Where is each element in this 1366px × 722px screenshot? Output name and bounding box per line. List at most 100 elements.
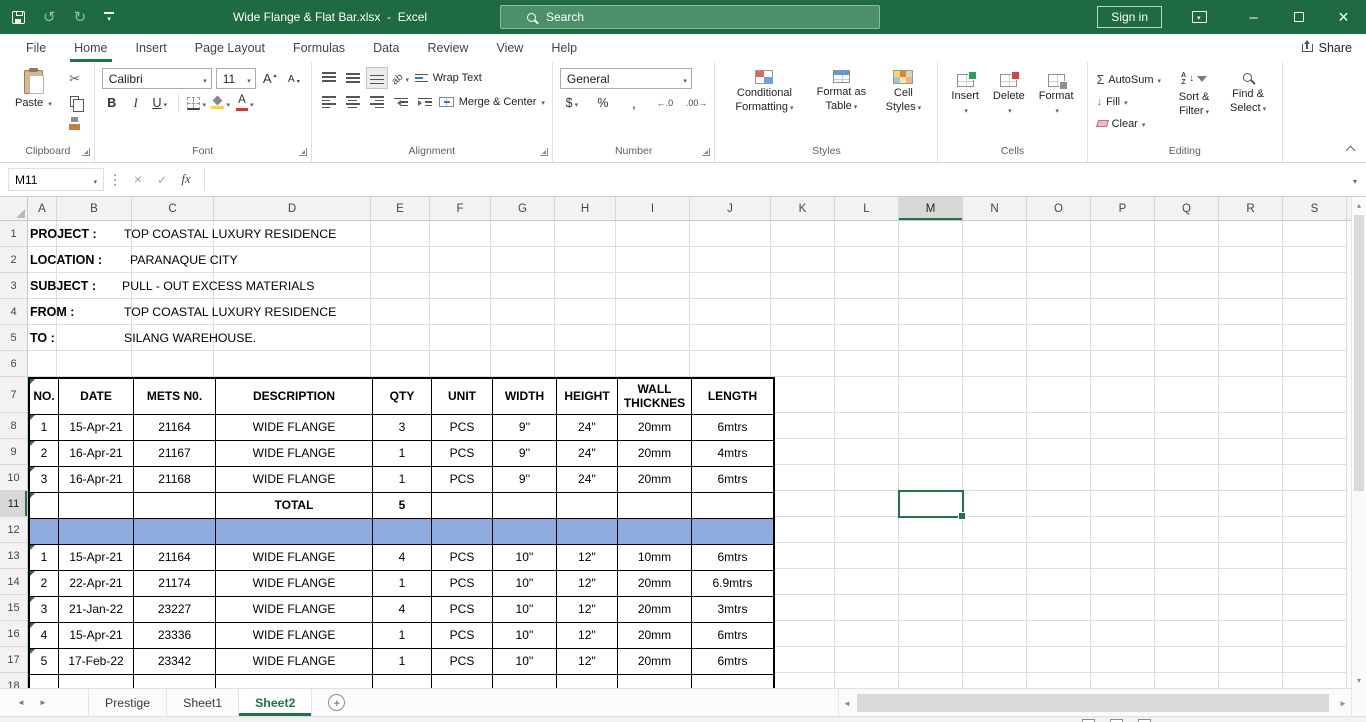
table-cell[interactable]: WIDE FLANGE bbox=[216, 649, 373, 675]
table-cell[interactable]: PCS bbox=[432, 597, 493, 623]
align-center-button[interactable] bbox=[343, 92, 363, 112]
fill-button[interactable]: Fill bbox=[1095, 91, 1164, 112]
table-cell[interactable]: 16-Apr-21 bbox=[59, 467, 134, 493]
table-cell[interactable]: 1 bbox=[373, 623, 432, 649]
row-header-4[interactable]: 4 bbox=[0, 299, 27, 325]
dialog-launcher-icon[interactable] bbox=[539, 148, 548, 156]
sheet-tab-sheet1[interactable]: Sheet1 bbox=[167, 689, 240, 716]
column-header-A[interactable]: A bbox=[28, 197, 57, 220]
scroll-up-icon[interactable] bbox=[1352, 197, 1366, 213]
customize-quick-access-toolbar-icon[interactable] bbox=[104, 12, 114, 23]
table-cell[interactable]: 1 bbox=[30, 545, 59, 571]
row-header-8[interactable]: 8 bbox=[0, 413, 27, 439]
table-cell[interactable]: 21164 bbox=[134, 545, 216, 571]
table-cell[interactable]: 6mtrs bbox=[692, 467, 773, 493]
table-cell[interactable] bbox=[30, 519, 59, 545]
sort-filter-button[interactable]: Sort & Filter bbox=[1167, 67, 1221, 143]
table-header-cell[interactable]: WIDTH bbox=[493, 379, 557, 415]
column-header-O[interactable]: O bbox=[1027, 197, 1091, 220]
table-cell[interactable]: PCS bbox=[432, 441, 493, 467]
tab-file[interactable]: File bbox=[12, 34, 60, 62]
cell-A3[interactable]: SUBJECT : bbox=[30, 273, 96, 299]
tab-formulas[interactable]: Formulas bbox=[279, 34, 359, 62]
tab-insert[interactable]: Insert bbox=[122, 34, 181, 62]
cell-A5[interactable]: TO : bbox=[30, 325, 55, 351]
table-cell[interactable]: 9'' bbox=[493, 415, 557, 441]
table-cell[interactable]: 20mm bbox=[618, 441, 692, 467]
scroll-right-icon[interactable] bbox=[1335, 689, 1351, 717]
font-name-combo[interactable]: Calibri bbox=[101, 68, 212, 89]
table-cell[interactable]: 10'' bbox=[493, 545, 557, 571]
share-button[interactable]: Share bbox=[1301, 34, 1352, 62]
table-cell[interactable]: 5 bbox=[30, 649, 59, 675]
find-select-button[interactable]: Find & Select bbox=[1221, 67, 1275, 143]
table-cell[interactable]: PCS bbox=[432, 571, 493, 597]
increase-decimal-button[interactable] bbox=[655, 93, 675, 113]
close-button[interactable] bbox=[1321, 0, 1366, 34]
column-header-P[interactable]: P bbox=[1091, 197, 1155, 220]
table-cell[interactable] bbox=[134, 493, 216, 519]
table-cell[interactable]: 10'' bbox=[493, 597, 557, 623]
table-cell[interactable]: 10mm bbox=[618, 545, 692, 571]
undo-icon[interactable] bbox=[43, 8, 56, 27]
increase-indent-button[interactable] bbox=[415, 92, 435, 112]
table-cell[interactable]: WIDE FLANGE bbox=[216, 623, 373, 649]
cell-B1-value[interactable]: TOP COASTAL LUXURY RESIDENCE bbox=[124, 221, 336, 247]
table-cell[interactable]: 9'' bbox=[493, 441, 557, 467]
table-cell[interactable]: WIDE FLANGE bbox=[216, 441, 373, 467]
table-cell[interactable] bbox=[216, 519, 373, 545]
table-cell[interactable] bbox=[373, 519, 432, 545]
insert-cells-button[interactable]: Insert bbox=[945, 71, 985, 143]
ribbon-display-options-icon[interactable] bbox=[1192, 11, 1207, 23]
table-cell[interactable]: 10'' bbox=[493, 571, 557, 597]
cells-area[interactable]: PROJECT : TOP COASTAL LUXURY RESIDENCE LOC… bbox=[28, 221, 1351, 688]
vertical-scroll-thumb[interactable] bbox=[1354, 215, 1364, 491]
column-header-E[interactable]: E bbox=[371, 197, 430, 220]
table-cell[interactable] bbox=[59, 493, 134, 519]
table-cell[interactable] bbox=[692, 675, 773, 688]
dialog-launcher-icon[interactable] bbox=[702, 148, 711, 156]
middle-align-button[interactable] bbox=[343, 68, 363, 88]
table-cell[interactable]: 23342 bbox=[134, 649, 216, 675]
table-cell[interactable]: WIDE FLANGE bbox=[216, 467, 373, 493]
table-cell[interactable] bbox=[134, 675, 216, 688]
table-cell[interactable] bbox=[432, 493, 493, 519]
table-cell[interactable]: 1 bbox=[373, 467, 432, 493]
table-cell[interactable] bbox=[493, 675, 557, 688]
column-header-I[interactable]: I bbox=[616, 197, 690, 220]
table-cell[interactable] bbox=[557, 493, 618, 519]
table-cell[interactable]: 3 bbox=[373, 415, 432, 441]
table-cell[interactable] bbox=[692, 493, 773, 519]
format-as-table-button[interactable]: Format as Table bbox=[806, 67, 876, 143]
row-header-18[interactable]: 18 bbox=[0, 673, 27, 689]
table-cell[interactable]: 21164 bbox=[134, 415, 216, 441]
row-header-16[interactable]: 16 bbox=[0, 621, 27, 647]
merge-center-button[interactable]: Merge & Center bbox=[438, 96, 545, 108]
table-cell[interactable]: WIDE FLANGE bbox=[216, 597, 373, 623]
table-cell[interactable] bbox=[557, 519, 618, 545]
row-header-15[interactable]: 15 bbox=[0, 595, 27, 621]
table-cell[interactable]: 1 bbox=[373, 649, 432, 675]
table-cell[interactable] bbox=[432, 519, 493, 545]
search-box[interactable]: Search bbox=[500, 5, 880, 29]
cell-B5-value[interactable]: SILANG WAREHOUSE. bbox=[124, 325, 256, 351]
table-cell[interactable]: 10'' bbox=[493, 623, 557, 649]
table-cell[interactable] bbox=[216, 675, 373, 688]
table-cell[interactable]: 6.9mtrs bbox=[692, 571, 773, 597]
fill-color-button[interactable] bbox=[211, 93, 231, 113]
table-cell[interactable]: 3 bbox=[30, 467, 59, 493]
name-box[interactable]: M11 bbox=[8, 168, 104, 191]
table-cell[interactable]: 21-Jan-22 bbox=[59, 597, 134, 623]
table-cell[interactable] bbox=[692, 519, 773, 545]
column-header-K[interactable]: K bbox=[771, 197, 835, 220]
table-cell[interactable]: 20mm bbox=[618, 597, 692, 623]
table-header-cell[interactable]: HEIGHT bbox=[557, 379, 618, 415]
table-cell[interactable] bbox=[618, 675, 692, 688]
table-cell[interactable]: WIDE FLANGE bbox=[216, 415, 373, 441]
table-cell[interactable]: 16-Apr-21 bbox=[59, 441, 134, 467]
comma-style-button[interactable]: , bbox=[624, 93, 644, 113]
table-cell[interactable]: 20mm bbox=[618, 623, 692, 649]
table-cell[interactable]: 21174 bbox=[134, 571, 216, 597]
table-cell[interactable]: 5 bbox=[373, 493, 432, 519]
conditional-formatting-button[interactable]: Conditional Formatting bbox=[722, 67, 806, 143]
